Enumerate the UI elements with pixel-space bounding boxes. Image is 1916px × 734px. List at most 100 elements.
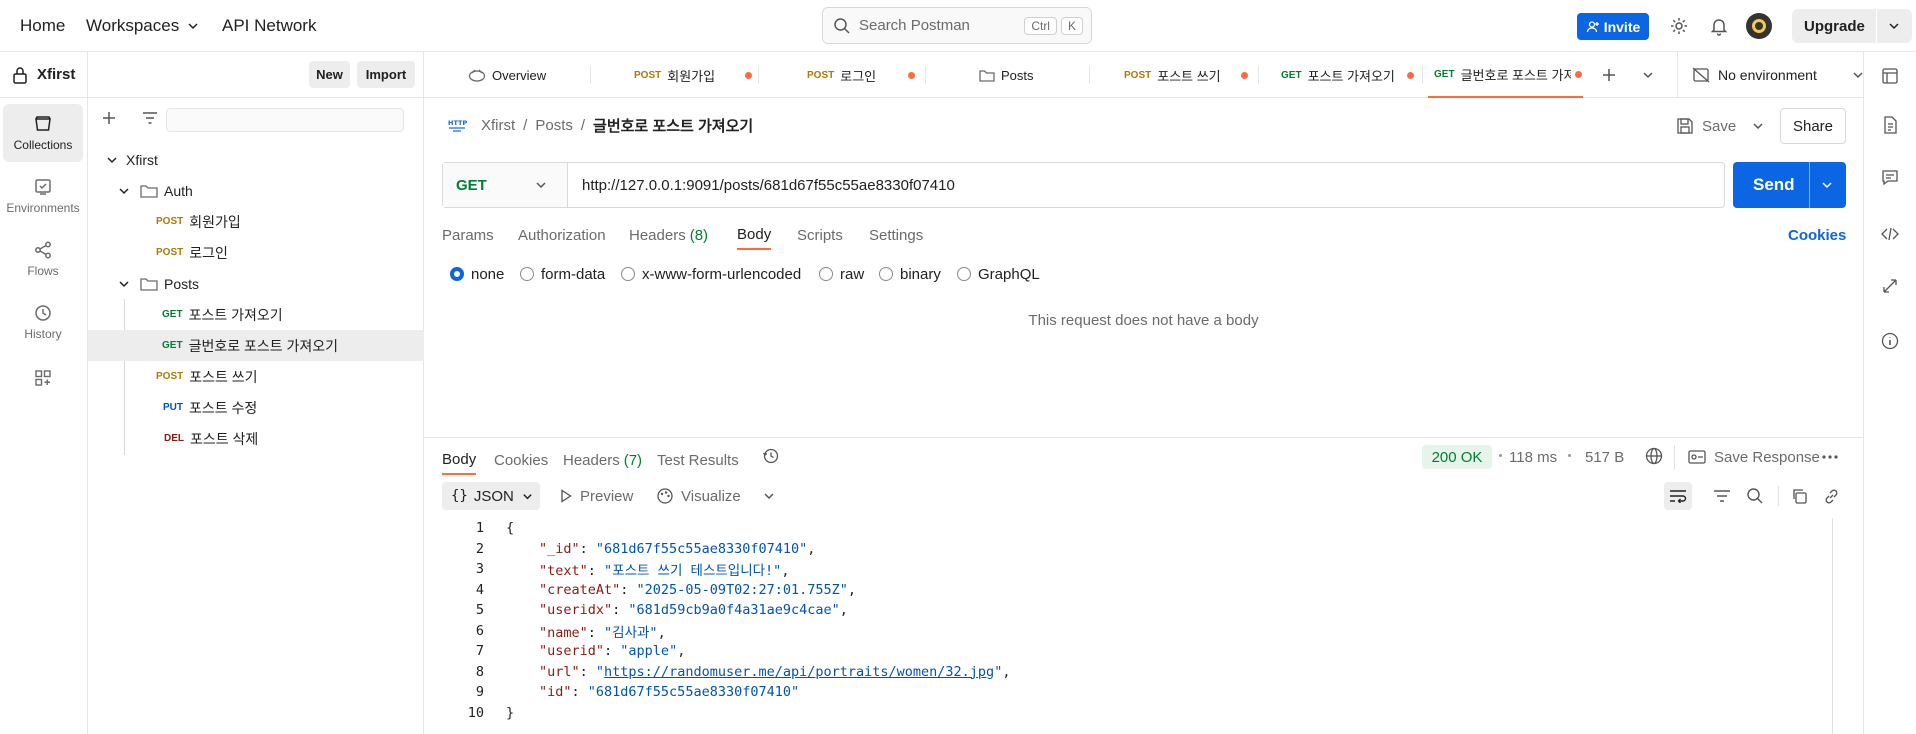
format-select[interactable]: {} JSON (442, 482, 540, 510)
response-tab-headers[interactable]: Headers (7) (563, 445, 642, 475)
radio-button[interactable] (819, 267, 833, 281)
tab-signup[interactable]: POST 회원가입 (634, 52, 753, 98)
tree-folder-auth[interactable]: Auth (88, 175, 424, 206)
visualize-button[interactable]: Visualize (656, 482, 775, 510)
tab-login[interactable]: POST 로그인 (807, 52, 916, 98)
tree-request-create-post[interactable]: POST 포스트 쓰기 (88, 361, 424, 392)
info-icon[interactable] (1881, 332, 1899, 350)
response-divider[interactable] (424, 437, 1863, 438)
tree-request-signup[interactable]: POST 회원가입 (88, 206, 424, 237)
more-icon[interactable] (1822, 455, 1838, 459)
plus-icon[interactable] (1602, 68, 1616, 82)
chevron-down-icon[interactable] (1752, 120, 1764, 132)
chevron-down-icon[interactable] (106, 154, 118, 166)
import-button[interactable]: Import (357, 61, 415, 88)
rail-collections[interactable]: Collections (3, 104, 83, 162)
bell-icon[interactable] (1709, 16, 1729, 36)
wrap-lines-icon[interactable] (1664, 482, 1692, 510)
tree-request-update-post[interactable]: PUT 포스트 수정 (88, 392, 424, 423)
send-button[interactable]: Send (1733, 162, 1846, 208)
search-input[interactable]: Search Postman Ctrl K (822, 7, 1092, 44)
tree-request-delete-post[interactable]: DEL 포스트 삭제 (88, 423, 424, 454)
rail-history[interactable]: History (3, 293, 83, 351)
chevron-down-icon[interactable] (763, 490, 775, 502)
url-input[interactable]: http://127.0.0.1:9091/posts/681d67f55c55… (568, 163, 1724, 207)
radio-button[interactable] (621, 267, 635, 281)
preview-button[interactable]: Preview (560, 482, 633, 510)
save-response-button[interactable]: Save Response (1688, 445, 1820, 469)
tab-scripts[interactable]: Scripts (797, 220, 843, 250)
comments-icon[interactable] (1881, 169, 1899, 187)
rail-flows[interactable]: Flows (3, 230, 83, 288)
filter-icon[interactable] (142, 112, 158, 124)
cookies-link[interactable]: Cookies (1788, 220, 1846, 250)
breadcrumb-collection[interactable]: Xfirst (481, 117, 515, 134)
tree-request-get-post-by-id[interactable]: GET 글번호로 포스트 가져오기 (88, 330, 424, 361)
tab-params[interactable]: Params (442, 220, 494, 250)
radio-button[interactable] (520, 267, 534, 281)
related-collections-icon[interactable] (1881, 277, 1899, 295)
radio-button[interactable] (879, 267, 893, 281)
response-tab-cookies[interactable]: Cookies (494, 445, 548, 475)
response-tab-body[interactable]: Body (442, 445, 477, 475)
json-link-value[interactable]: https://randomuser.me/api/portraits/wome… (604, 664, 994, 680)
radio-button[interactable] (957, 267, 971, 281)
body-type-binary[interactable]: binary (879, 264, 941, 284)
chevron-down-icon[interactable] (1888, 20, 1900, 32)
plus-icon[interactable] (102, 111, 116, 125)
response-size[interactable]: 517 B (1585, 445, 1624, 469)
link-icon[interactable] (1823, 488, 1840, 505)
settings-icon[interactable] (1669, 16, 1689, 36)
tree-request-login[interactable]: POST 로그인 (88, 237, 424, 268)
tree-collection[interactable]: Xfirst (88, 144, 424, 175)
environment-quick-look-icon[interactable] (1881, 67, 1899, 85)
workspaces-menu[interactable]: Workspaces (86, 0, 199, 52)
tab-headers[interactable]: Headers (8) (629, 220, 708, 250)
tab-overview[interactable]: Overview (468, 52, 546, 98)
invite-button[interactable]: Invite (1577, 13, 1649, 40)
environment-selector[interactable]: No environment (1692, 52, 1864, 98)
tab-body[interactable]: Body (737, 220, 772, 250)
avatar[interactable] (1746, 13, 1772, 39)
chevron-down-icon[interactable] (118, 185, 130, 197)
api-network-link[interactable]: API Network (222, 0, 316, 52)
response-time[interactable]: 118 ms (1509, 445, 1557, 469)
copy-icon[interactable] (1791, 488, 1808, 505)
breadcrumb-folder[interactable]: Posts (535, 117, 573, 134)
rail-environments[interactable]: Environments (3, 167, 83, 225)
status-badge[interactable]: 200 OK (1422, 445, 1492, 469)
response-body-code[interactable]: 1 { 2 "_id": "681d67f55c55ae8330f07410",… (440, 518, 1840, 734)
method-select[interactable]: GET (443, 163, 568, 207)
tab-get-post-by-id[interactable]: GET 글번호로 포스트 가져오기 (1428, 52, 1583, 98)
code-icon[interactable] (1881, 225, 1899, 243)
chevron-down-icon[interactable] (1642, 69, 1654, 81)
body-type-graphql[interactable]: GraphQL (957, 264, 1040, 284)
tree-folder-posts[interactable]: Posts (88, 268, 424, 299)
share-button[interactable]: Share (1780, 108, 1846, 144)
filter-icon[interactable] (1713, 489, 1731, 503)
body-type-none[interactable]: none (450, 264, 504, 284)
save-button[interactable]: Save (1676, 112, 1736, 140)
tab-posts[interactable]: Posts (979, 52, 1034, 98)
tree-request-get-posts[interactable]: GET 포스트 가져오기 (88, 299, 424, 330)
upgrade-button[interactable]: Upgrade (1792, 9, 1912, 43)
tab-create-post[interactable]: POST 포스트 쓰기 (1124, 52, 1248, 98)
response-tab-test-results[interactable]: Test Results (657, 445, 739, 475)
search-icon[interactable] (1746, 487, 1764, 505)
tab-settings[interactable]: Settings (869, 220, 923, 250)
chevron-down-icon[interactable] (1821, 179, 1833, 191)
body-type-raw[interactable]: raw (819, 264, 864, 284)
radio-button[interactable] (450, 267, 464, 281)
tab-authorization[interactable]: Authorization (518, 220, 606, 250)
rail-add-apps[interactable] (3, 356, 83, 400)
body-type-form-data[interactable]: form-data (520, 264, 605, 284)
code-scrollbar[interactable] (1832, 518, 1833, 734)
globe-icon[interactable] (1645, 447, 1663, 465)
new-button[interactable]: New (309, 61, 350, 88)
body-type-urlencoded[interactable]: x-www-form-urlencoded (621, 264, 801, 284)
tree-filter-input[interactable] (166, 108, 404, 132)
tab-get-posts[interactable]: GET 포스트 가져오기 (1281, 52, 1414, 98)
documentation-icon[interactable] (1881, 116, 1899, 134)
chevron-down-icon[interactable] (118, 278, 130, 290)
breadcrumb-request[interactable]: 글번호로 포스트 가져오기 (593, 115, 753, 136)
